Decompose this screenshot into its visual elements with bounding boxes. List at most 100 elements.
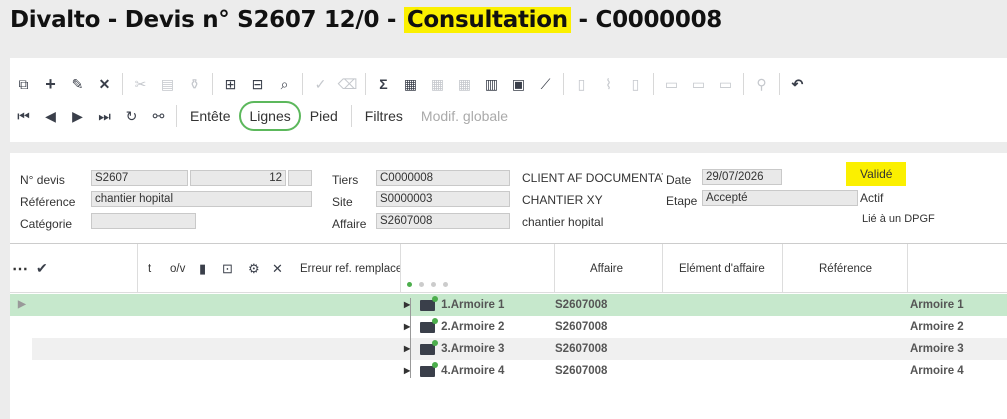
tab-pied[interactable]: Pied xyxy=(301,102,347,130)
copy-icon[interactable]: ⧉ xyxy=(10,71,37,97)
tab-entete[interactable]: Entête xyxy=(181,102,239,130)
reference-cell[interactable]: Armoire 4 xyxy=(910,360,964,382)
separator xyxy=(653,73,654,95)
title-bar: Divalto - Devis n° S2607 12/0 - Consulta… xyxy=(0,0,1007,44)
table-row[interactable]: ▶ 3.Armoire 3 S2607008 Armoire 3 xyxy=(32,338,1007,360)
ndevis-version-field[interactable]: 12 xyxy=(190,170,286,186)
table-row[interactable]: ▶ ▶ 1.Armoire 1 S2607008 Armoire 1 xyxy=(10,294,1007,316)
actif-status: Actif xyxy=(860,191,884,205)
col-reference-header[interactable]: Référence xyxy=(819,244,872,293)
check-icon[interactable]: ✓ xyxy=(307,71,334,97)
column-divider xyxy=(662,244,663,293)
tree-connector xyxy=(410,298,411,378)
pdf-icon[interactable]: ▭ xyxy=(712,71,739,97)
attachment-icon[interactable]: ⌇ xyxy=(595,71,622,97)
collapse-icon[interactable]: ⊟ xyxy=(244,71,271,97)
folder-icon xyxy=(420,361,439,377)
grid-header: ⋯ ✔ t o/v ▮ ⊡ ⚙ ✕ Erreur ref. remplacer … xyxy=(10,244,1007,293)
col-element-header[interactable]: Elément d'affaire xyxy=(679,244,765,293)
search-icon[interactable]: ⚲ xyxy=(748,71,775,97)
site-field[interactable]: S0000003 xyxy=(376,191,510,207)
table-row[interactable]: ▶ 2.Armoire 2 S2607008 Armoire 2 xyxy=(10,316,1007,338)
designation-cell[interactable]: ▶ 1.Armoire 1 xyxy=(404,294,504,316)
column-divider xyxy=(137,244,138,293)
current-row-icon: ▶ xyxy=(18,299,26,310)
table-row[interactable]: ▶ 4.Armoire 4 S2607008 Armoire 4 xyxy=(10,360,1007,382)
column-divider xyxy=(907,244,908,293)
eraser-icon[interactable]: ⌫ xyxy=(334,71,361,97)
clipboard-list-icon[interactable]: ▯ xyxy=(622,71,649,97)
bottle-icon[interactable]: ⚱ xyxy=(181,71,208,97)
column-pager[interactable] xyxy=(407,282,448,287)
tiers-label: Tiers xyxy=(332,173,359,187)
folder-icon xyxy=(420,317,439,333)
print-preview-icon[interactable]: ▭ xyxy=(658,71,685,97)
sum-icon[interactable]: Σ xyxy=(370,71,397,97)
ndevis-field[interactable]: S2607 xyxy=(91,170,188,186)
expand-icon[interactable]: ⊞ xyxy=(217,71,244,97)
categorie-label: Catégorie xyxy=(20,217,73,231)
add-icon[interactable]: + xyxy=(37,71,64,97)
ndevis-extra-field[interactable] xyxy=(288,170,312,186)
more-options-icon[interactable]: ⋯ xyxy=(12,244,28,293)
toolbar-row-actions: ⧉ + ✎ ✕ ✂ ▤ ⚱ ⊞ ⊟ ⌕ ✓ ⌫ Σ ▦ ▦ ▦ ▥ ▣ ⟋ ▯ … xyxy=(10,70,811,98)
tools-icon[interactable]: ✕ xyxy=(272,244,283,293)
document-search-icon[interactable]: ▦ xyxy=(397,71,424,97)
first-icon[interactable]: ⏮ xyxy=(10,103,37,129)
tiers-field[interactable]: C0000008 xyxy=(376,170,510,186)
undo-icon[interactable]: ↶ xyxy=(784,71,811,97)
tab-modif-globale[interactable]: Modif. globale xyxy=(412,102,517,130)
document-settings-icon[interactable]: ▦ xyxy=(451,71,478,97)
designation-cell[interactable]: ▶ 4.Armoire 4 xyxy=(404,360,504,382)
affaire-cell[interactable]: S2607008 xyxy=(555,338,607,360)
binoculars-icon[interactable]: ⚯ xyxy=(145,103,172,129)
categorie-field[interactable] xyxy=(91,213,196,229)
col-t-header[interactable]: t xyxy=(148,244,151,293)
clipboard-icon[interactable]: ▮ xyxy=(199,244,206,293)
mode-highlight: Consultation xyxy=(403,7,571,33)
chart-icon[interactable]: ⟋ xyxy=(532,71,559,97)
column-divider xyxy=(782,244,783,293)
separator xyxy=(350,105,352,127)
refresh-icon[interactable]: ↻ xyxy=(118,103,145,129)
etape-field[interactable]: Accepté xyxy=(702,190,858,206)
document-add-icon[interactable]: ▦ xyxy=(424,71,451,97)
site-name: CHANTIER XY xyxy=(522,193,603,207)
affaire-cell[interactable]: S2607008 xyxy=(555,360,607,382)
reference-cell[interactable]: Armoire 3 xyxy=(910,338,964,360)
date-label: Date xyxy=(666,173,692,187)
edit-icon[interactable]: ✎ xyxy=(64,71,91,97)
clipboard-icon[interactable]: ▯ xyxy=(568,71,595,97)
reference-label: Référence xyxy=(20,195,76,209)
designation-cell[interactable]: ▶ 3.Armoire 3 xyxy=(404,338,504,360)
reference-field[interactable]: chantier hopital xyxy=(91,191,312,207)
tab-filtres[interactable]: Filtres xyxy=(356,102,412,130)
document-text-icon[interactable]: ▥ xyxy=(478,71,505,97)
last-icon[interactable]: ⏭ xyxy=(91,103,118,129)
cut-icon[interactable]: ✂ xyxy=(127,71,154,97)
next-icon[interactable]: ▶ xyxy=(64,103,91,129)
delete-icon[interactable]: ✕ xyxy=(91,71,118,97)
designation-cell[interactable]: ▶ 2.Armoire 2 xyxy=(404,316,504,338)
document-export-icon[interactable]: ▣ xyxy=(505,71,532,97)
affaire-cell[interactable]: S2607008 xyxy=(555,316,607,338)
folder-icon xyxy=(420,295,439,311)
col-ov-header[interactable]: o/v xyxy=(170,244,185,293)
previous-icon[interactable]: ◀ xyxy=(37,103,64,129)
column-divider xyxy=(554,244,555,293)
affaire-field[interactable]: S2607008 xyxy=(376,213,510,229)
reference-cell[interactable]: Armoire 1 xyxy=(910,294,964,316)
paste-icon[interactable]: ▤ xyxy=(154,71,181,97)
col-affaire-header[interactable]: Affaire xyxy=(590,244,623,293)
col-erreur-header[interactable]: Erreur ref. remplacer xyxy=(300,244,400,293)
column-divider xyxy=(400,244,401,293)
search-list-icon[interactable]: ⌕ xyxy=(271,71,298,97)
date-field[interactable]: 29/07/2026 xyxy=(702,169,782,185)
reference-cell[interactable]: Armoire 2 xyxy=(910,316,964,338)
print-icon[interactable]: ▭ xyxy=(685,71,712,97)
settings-icon[interactable]: ⚙ xyxy=(248,244,260,293)
lock-icon[interactable]: ⊡ xyxy=(222,244,233,293)
affaire-cell[interactable]: S2607008 xyxy=(555,294,607,316)
tab-lignes[interactable]: Lignes xyxy=(239,101,301,131)
check-all-icon[interactable]: ✔ xyxy=(36,244,48,293)
